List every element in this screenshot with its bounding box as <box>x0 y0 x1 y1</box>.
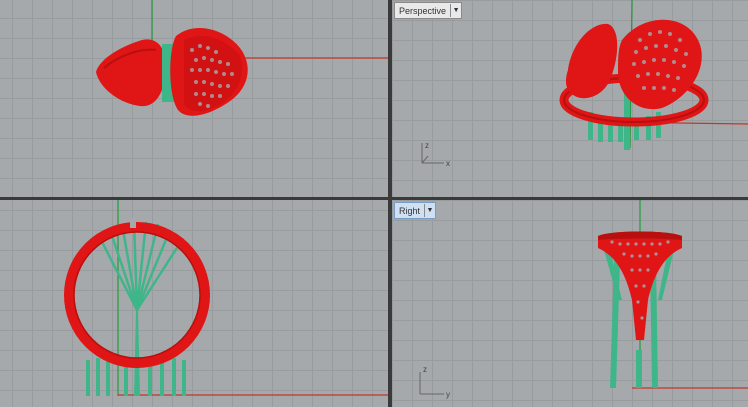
front-view-canvas <box>64 200 388 396</box>
viewport-front[interactable] <box>0 200 388 407</box>
viewport-label-right-text: Right <box>399 205 421 216</box>
ring-model-right <box>598 231 682 388</box>
axis-label-z: z <box>423 365 427 374</box>
viewport-label-right[interactable]: Right ▼ <box>394 202 437 219</box>
axis-widget-right: z y <box>419 365 450 399</box>
ring-model-top <box>96 27 248 116</box>
axis-label-z: z <box>425 141 429 150</box>
viewport-top[interactable] <box>0 0 388 197</box>
viewport-label-perspective[interactable]: Perspective ▼ <box>394 2 463 19</box>
right-view-canvas: z y <box>419 200 748 399</box>
chevron-down-icon[interactable]: ▼ <box>450 4 461 17</box>
ring-model-front <box>64 218 210 396</box>
perspective-view-canvas: x z <box>421 0 748 168</box>
axis-label-x: x <box>446 159 450 168</box>
chevron-down-icon[interactable]: ▼ <box>424 204 435 217</box>
ring-model-perspective <box>559 19 709 150</box>
axis-widget-perspective: x z <box>421 141 450 168</box>
top-view-canvas <box>96 0 388 116</box>
axis-label-y: y <box>446 390 450 399</box>
viewport-label-perspective-text: Perspective <box>399 5 447 16</box>
viewport-right[interactable]: z y Right ▼ <box>392 200 748 407</box>
viewport-perspective[interactable]: x z Perspective ▼ <box>392 0 748 197</box>
